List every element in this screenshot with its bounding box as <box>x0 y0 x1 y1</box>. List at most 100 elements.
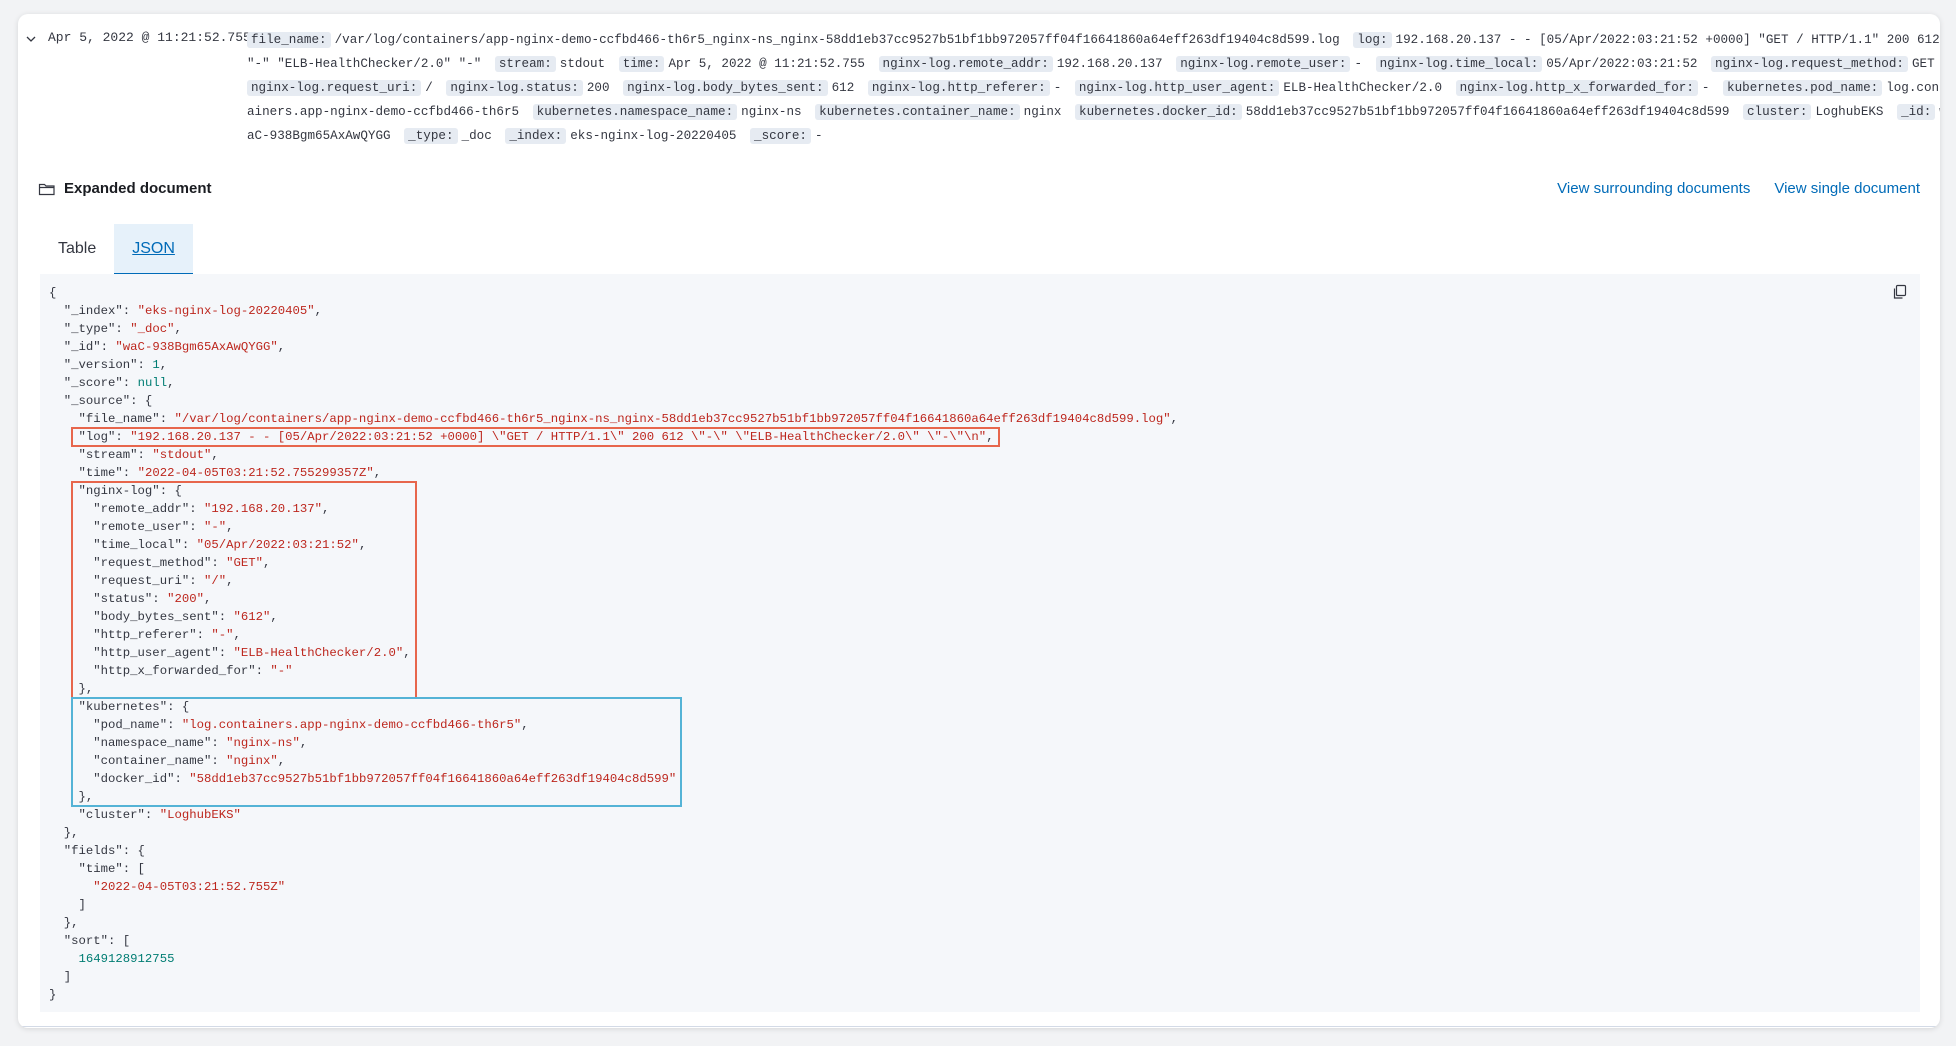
tab-table[interactable]: Table <box>40 224 114 273</box>
expanded-document-header: Expanded document <box>38 180 212 197</box>
row-timestamp: Apr 5, 2022 @ 11:21:52.755 <box>48 30 251 45</box>
json-token: "cluster": <box>49 808 160 822</box>
json-string: "waC-938Bgm65AxAwQYGG" <box>115 340 278 354</box>
field-name: nginx-log.remote_user: <box>1176 56 1351 72</box>
field-value: 200 <box>586 81 610 95</box>
json-line: "_index": "eks-nginx-log-20220405", <box>49 302 1178 320</box>
json-line: "_score": null, <box>49 374 1178 392</box>
json-line: ] <box>49 968 1178 986</box>
field-name: nginx-log.http_referer: <box>867 80 1050 96</box>
view-single-document-link[interactable]: View single document <box>1774 180 1920 197</box>
field-name: _type: <box>404 128 458 144</box>
field-name: _id: <box>1897 104 1936 120</box>
json-string: "LoghubEKS" <box>159 808 241 822</box>
json-token: "_source": { <box>49 394 153 408</box>
json-string: "/var/log/containers/app-nginx-demo-ccfb… <box>174 412 1171 426</box>
expanded-document-title: Expanded document <box>64 180 212 197</box>
view-surrounding-documents-link[interactable]: View surrounding documents <box>1557 180 1750 197</box>
json-string: "stdout" <box>152 448 212 462</box>
json-token: , <box>277 340 286 354</box>
json-number: 1649128912755 <box>49 952 175 966</box>
field-name: nginx-log.request_method: <box>1711 56 1908 72</box>
json-token: "_version": <box>49 358 153 372</box>
json-line: "_id": "waC-938Bgm65AxAwQYGG", <box>49 338 1178 356</box>
copy-icon <box>1893 284 1907 299</box>
json-line: "stream": "stdout", <box>49 446 1178 464</box>
field-name: kubernetes.container_name: <box>815 104 1020 120</box>
json-line: "time": "2022-04-05T03:21:52.755299357Z"… <box>49 464 1178 482</box>
field-name: time: <box>618 56 665 72</box>
json-line: "cluster": "LoghubEKS" <box>49 806 1178 824</box>
field-name: cluster: <box>1743 104 1812 120</box>
field-value: - <box>1053 81 1062 95</box>
json-token: ] <box>49 970 72 984</box>
json-string: "2022-04-05T03:21:52.755Z" <box>49 880 286 894</box>
json-token: , <box>373 466 382 480</box>
field-value: ELB-HealthChecker/2.0 <box>1283 81 1443 95</box>
json-line: ] <box>49 896 1178 914</box>
field-value: /var/log/containers/app-nginx-demo-ccfbd… <box>334 33 1340 47</box>
field-name: kubernetes.namespace_name: <box>532 104 738 120</box>
json-token: "stream": <box>49 448 153 462</box>
divider <box>18 1026 1940 1027</box>
field-name: _index: <box>505 128 567 144</box>
field-value: eks-nginx-log-20220405 <box>570 129 737 143</box>
field-value: - <box>1701 81 1710 95</box>
field-name: _score: <box>750 128 811 144</box>
field-value: 612 <box>831 81 855 95</box>
json-token: , <box>159 358 168 372</box>
field-value: 05/Apr/2022:03:21:52 <box>1546 57 1698 71</box>
field-name: nginx-log.http_user_agent: <box>1074 80 1280 96</box>
copy-button[interactable] <box>1892 284 1908 305</box>
field-name: nginx-log.request_uri: <box>247 80 422 96</box>
document-card: Apr 5, 2022 @ 11:21:52.755 file_name:/va… <box>18 14 1940 1028</box>
json-line: "_type": "_doc", <box>49 320 1178 338</box>
json-token: , <box>1170 412 1179 426</box>
field-value: 58dd1eb37cc9527b51bf1bb972057ff04f166418… <box>1245 105 1730 119</box>
json-token: "time": <box>49 466 138 480</box>
json-line: "file_name": "/var/log/containers/app-ng… <box>49 410 1179 428</box>
field-value: - <box>1354 57 1363 71</box>
document-summary: file_name:/var/log/containers/app-nginx-… <box>247 28 1940 148</box>
json-string: "_doc" <box>130 322 175 336</box>
json-line: "sort": [ <box>49 932 1178 950</box>
json-number: null <box>137 376 168 390</box>
field-value: _doc <box>461 129 492 143</box>
json-string: "2022-04-05T03:21:52.755299357Z" <box>137 466 374 480</box>
field-value: Apr 5, 2022 @ 11:21:52.755 <box>668 57 865 71</box>
json-line: 1649128912755 <box>49 950 1178 968</box>
field-value: / <box>425 81 433 95</box>
json-line: "2022-04-05T03:21:52.755Z" <box>49 878 1178 896</box>
field-value: LoghubEKS <box>1815 105 1884 119</box>
field-value: GET <box>1911 57 1935 71</box>
json-line: "_source": { <box>49 392 1178 410</box>
field-name: nginx-log.http_x_forwarded_for: <box>1455 80 1698 96</box>
json-line: "_version": 1, <box>49 356 1178 374</box>
json-token: "time": [ <box>49 862 145 876</box>
field-value: stdout <box>559 57 606 71</box>
field-name: nginx-log.body_bytes_sent: <box>623 80 828 96</box>
field-name: log: <box>1353 32 1392 48</box>
json-token: , <box>167 376 175 390</box>
field-name: nginx-log.remote_addr: <box>878 56 1053 72</box>
json-token: , <box>314 304 323 318</box>
json-token: "_id": <box>49 340 116 354</box>
tab-json[interactable]: JSON <box>114 224 193 275</box>
folder-open-icon <box>38 181 56 197</box>
json-token: "file_name": <box>49 412 175 426</box>
red-highlight-box <box>71 427 1000 447</box>
json-token: }, <box>49 826 79 840</box>
field-name: kubernetes.docker_id: <box>1075 104 1242 120</box>
blue-highlight-box <box>71 697 683 807</box>
field-name: stream: <box>494 56 556 72</box>
json-token: "_index": <box>49 304 138 318</box>
collapse-row-toggle[interactable] <box>22 30 40 48</box>
json-token: } <box>49 988 57 1002</box>
field-name: kubernetes.pod_name: <box>1723 80 1883 96</box>
field-name: nginx-log.status: <box>446 80 583 96</box>
field-name: file_name: <box>247 32 331 48</box>
json-token: "fields": { <box>49 844 145 858</box>
field-value: nginx-ns <box>741 105 802 119</box>
field-name: nginx-log.time_local: <box>1375 56 1543 72</box>
json-line: }, <box>49 824 1178 842</box>
